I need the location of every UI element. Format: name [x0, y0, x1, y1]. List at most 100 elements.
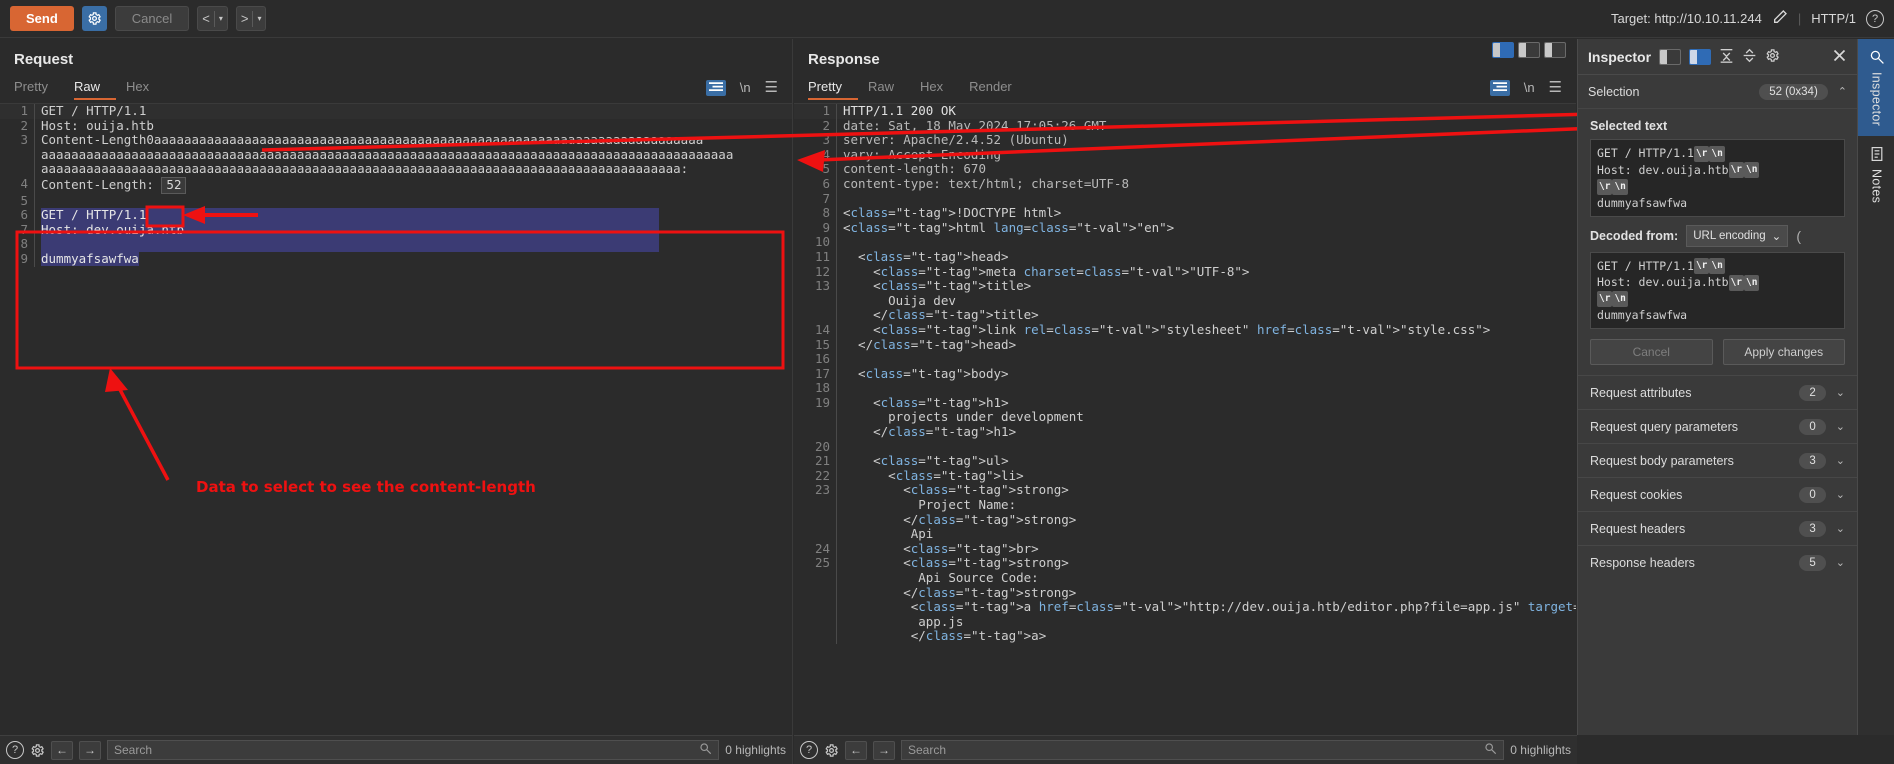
- line-text[interactable]: </class="t-tag">title>: [836, 308, 1576, 323]
- cancel-button[interactable]: Cancel: [114, 6, 190, 31]
- chevron-down-icon[interactable]: ⌄: [1836, 488, 1845, 501]
- line-text[interactable]: HTTP/1.1 200 OK: [836, 104, 1576, 119]
- line-text[interactable]: [836, 439, 1576, 455]
- line-text[interactable]: </class="t-tag">strong>: [836, 585, 1576, 601]
- line-text[interactable]: [836, 191, 1576, 207]
- line-text[interactable]: Project Name:: [836, 497, 1576, 513]
- line-text[interactable]: aaaaaaaaaaaaaaaaaaaaaaaaaaaaaaaaaaaaaaaa…: [34, 162, 792, 177]
- line-text[interactable]: <class="t-tag">link rel=class="t-val">"s…: [836, 322, 1576, 338]
- line-text[interactable]: <class="t-tag">ul>: [836, 453, 1576, 469]
- line-text[interactable]: <class="t-tag">strong>: [836, 483, 1576, 499]
- prev-request-button[interactable]: < ▾: [197, 6, 228, 31]
- newline-toggle[interactable]: \n: [740, 80, 751, 95]
- hamburger-icon[interactable]: ☰: [1549, 80, 1562, 95]
- expand-all-icon[interactable]: [1719, 48, 1734, 66]
- help-icon[interactable]: ?: [6, 741, 24, 759]
- line-text[interactable]: date: Sat, 18 May 2024 17:05:26 GMT: [836, 118, 1576, 134]
- line-text[interactable]: <class="t-tag">head>: [836, 249, 1576, 265]
- line-text[interactable]: <class="t-tag">body>: [836, 366, 1576, 382]
- line-text[interactable]: app.js: [836, 614, 1576, 630]
- chevron-down-icon[interactable]: ⌄: [1836, 454, 1845, 467]
- rail-item-notes[interactable]: Notes: [1858, 136, 1894, 213]
- line-text[interactable]: <class="t-tag">li>: [836, 468, 1576, 484]
- line-text[interactable]: projects under development: [836, 410, 1576, 426]
- help-icon[interactable]: ?: [1866, 9, 1884, 28]
- line-text[interactable]: <class="t-tag">a href=class="t-val">"htt…: [836, 599, 1576, 615]
- accordion-request-body-parameters[interactable]: Request body parameters 3 ⌄: [1578, 443, 1857, 477]
- accordion-response-headers[interactable]: Response headers 5 ⌄: [1578, 545, 1857, 579]
- line-text[interactable]: Api: [836, 527, 1576, 542]
- tab-response-render[interactable]: Render: [969, 79, 1028, 100]
- line-text[interactable]: GET / HTTP/1.1: [34, 208, 792, 223]
- line-text[interactable]: Ouija dev: [836, 293, 1576, 309]
- layout-tabs-icon[interactable]: [1544, 42, 1566, 58]
- gear-icon[interactable]: [30, 743, 45, 758]
- next-request-button[interactable]: > ▾: [235, 6, 267, 31]
- line-text[interactable]: [836, 235, 1576, 250]
- decoding-select[interactable]: URL encoding ⌄: [1686, 224, 1789, 247]
- chevron-down-icon[interactable]: ⌄: [1836, 556, 1845, 569]
- line-text[interactable]: </class="t-tag">a>: [836, 629, 1576, 644]
- line-text[interactable]: <class="t-tag">meta charset=class="t-val…: [836, 264, 1576, 280]
- accordion-request-attributes[interactable]: Request attributes 2 ⌄: [1578, 375, 1857, 409]
- line-text[interactable]: <class="t-tag">h1>: [836, 395, 1576, 411]
- search-icon[interactable]: [1484, 742, 1497, 758]
- line-text[interactable]: </class="t-tag">head>: [836, 337, 1576, 353]
- line-text[interactable]: GET / HTTP/1.1: [34, 104, 792, 119]
- line-text[interactable]: server: Apache/2.4.52 (Ubuntu): [836, 133, 1576, 148]
- chevron-down-icon[interactable]: ▾: [219, 14, 223, 23]
- search-back-button[interactable]: ←: [845, 740, 867, 760]
- format-icon[interactable]: [1489, 79, 1510, 96]
- accordion-request-query-parameters[interactable]: Request query parameters 0 ⌄: [1578, 409, 1857, 443]
- request-editor[interactable]: 1 GET / HTTP/1.1 2 Host: ouija.htb 3 Content-…: [0, 104, 792, 704]
- inspector-apply-changes-button[interactable]: Apply changes: [1722, 339, 1845, 365]
- line-text[interactable]: content-type: text/html; charset=UTF-8: [836, 176, 1576, 192]
- selection-row[interactable]: Selection 52 (0x34) ⌃: [1578, 75, 1857, 109]
- search-icon[interactable]: [699, 742, 712, 758]
- selected-text-fragment[interactable]: Host: dev.ouija.htb: [41, 222, 659, 238]
- close-icon[interactable]: [1832, 48, 1847, 66]
- line-text[interactable]: content-length: 670: [836, 162, 1576, 177]
- newline-toggle[interactable]: \n: [1524, 80, 1535, 95]
- line-text[interactable]: [836, 352, 1576, 367]
- line-text[interactable]: vary: Accept-Encoding: [836, 147, 1576, 163]
- line-text[interactable]: </class="t-tag">strong>: [836, 512, 1576, 528]
- chevron-down-icon[interactable]: ⌄: [1836, 386, 1845, 399]
- line-text[interactable]: Host: dev.ouija.htb: [34, 222, 792, 238]
- line-text[interactable]: <class="t-tag">strong>: [836, 556, 1576, 571]
- tab-response-raw[interactable]: Raw: [868, 79, 910, 100]
- selected-text-fragment[interactable]: [41, 237, 659, 252]
- line-text[interactable]: <class="t-tag">html lang=class="t-val">"…: [836, 220, 1576, 236]
- accordion-request-cookies[interactable]: Request cookies 0 ⌄: [1578, 477, 1857, 511]
- send-button[interactable]: Send: [10, 6, 74, 31]
- line-text[interactable]: Content-Length0aaaaaaaaaaaaaaaaaaaaaaaaa…: [34, 133, 792, 148]
- tab-response-hex[interactable]: Hex: [920, 79, 959, 100]
- help-icon[interactable]: ?: [800, 741, 818, 759]
- chevron-down-icon[interactable]: ⌄: [1836, 522, 1845, 535]
- line-text[interactable]: [836, 381, 1576, 396]
- selected-text-box[interactable]: GET / HTTP/1.1 \r \n Host: dev.ouija.htb \r \…: [1590, 139, 1845, 217]
- line-text[interactable]: </class="t-tag">h1>: [836, 424, 1576, 440]
- layout-left-icon[interactable]: [1659, 48, 1682, 65]
- line-text[interactable]: aaaaaaaaaaaaaaaaaaaaaaaaaaaaaaaaaaaaaaaa…: [34, 147, 792, 163]
- gear-icon[interactable]: [824, 743, 839, 758]
- chevron-down-icon[interactable]: ▾: [257, 14, 261, 23]
- line-text[interactable]: <class="t-tag">br>: [836, 541, 1576, 557]
- search-forward-button[interactable]: →: [79, 740, 101, 760]
- rail-item-inspector[interactable]: Inspector: [1858, 39, 1894, 137]
- hamburger-icon[interactable]: ☰: [765, 80, 778, 95]
- search-forward-button[interactable]: →: [873, 740, 895, 760]
- line-text[interactable]: [34, 193, 792, 209]
- request-search-input[interactable]: Search: [107, 740, 720, 760]
- gear-icon[interactable]: [1765, 48, 1780, 66]
- selected-text-fragment[interactable]: GET / HTTP/1.1: [41, 208, 659, 223]
- line-text[interactable]: Api Source Code:: [836, 570, 1576, 586]
- line-text[interactable]: Host: ouija.htb: [34, 118, 792, 134]
- layout-rows-icon[interactable]: [1518, 42, 1540, 58]
- content-length-value[interactable]: 52: [161, 176, 187, 194]
- chevron-up-icon[interactable]: ⌃: [1838, 85, 1847, 98]
- pencil-icon[interactable]: [1772, 9, 1788, 28]
- accordion-request-headers[interactable]: Request headers 3 ⌄: [1578, 511, 1857, 545]
- response-search-input[interactable]: Search: [901, 740, 1505, 760]
- line-text[interactable]: Content-Length: 52: [34, 176, 792, 194]
